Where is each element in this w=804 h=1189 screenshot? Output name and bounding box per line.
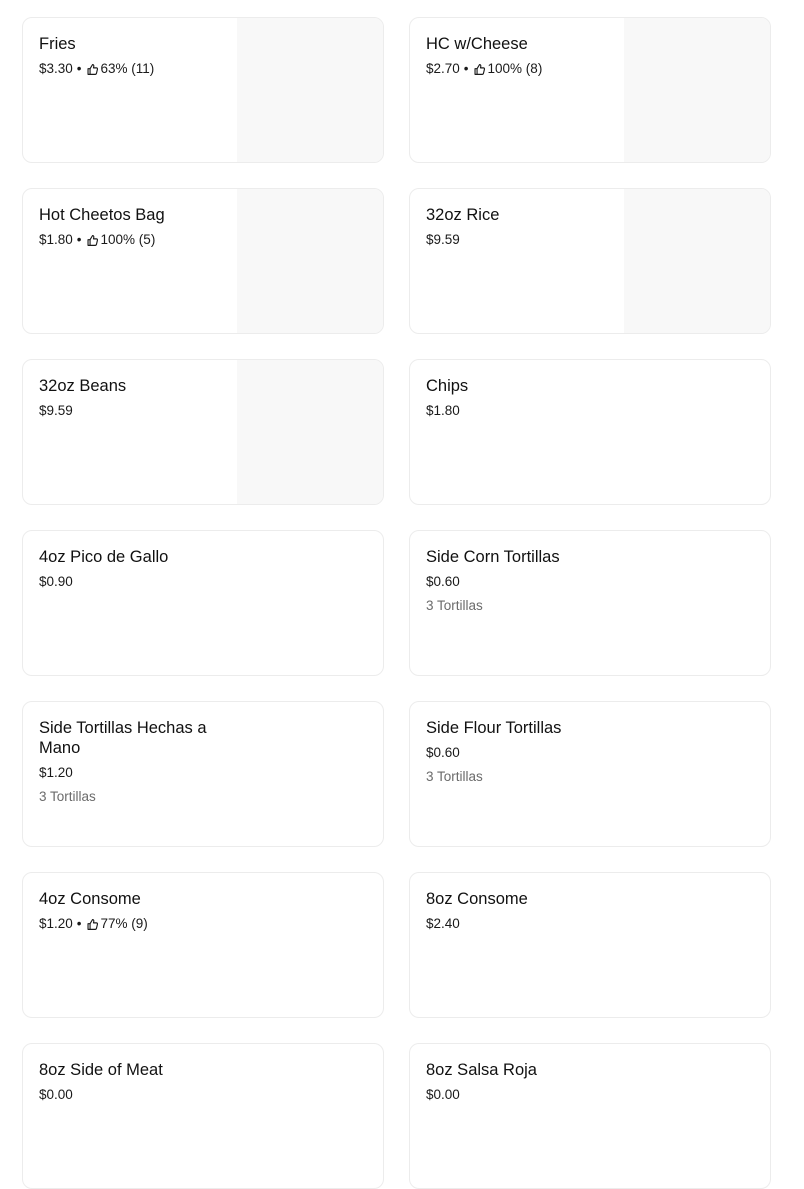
menu-item-card[interactable]: 4oz Consome $1.20 • 77% (9) <box>22 872 384 1018</box>
menu-item-image <box>237 360 383 504</box>
menu-item-meta: $3.30 • 63% (11) <box>39 60 229 78</box>
menu-item-card[interactable]: 32oz Rice $9.59 <box>409 188 771 334</box>
menu-item-price: $2.40 <box>426 916 460 931</box>
menu-item-name: 4oz Pico de Gallo <box>39 548 169 566</box>
menu-item-price: $0.00 <box>39 1087 73 1102</box>
menu-item-text: 8oz Salsa Roja $0.00 <box>426 1060 616 1104</box>
menu-item-text: Hot Cheetos Bag $1.80 • 100% (5) <box>39 205 229 249</box>
menu-item-card[interactable]: HC w/Cheese $2.70 • 100% (8) <box>409 17 771 163</box>
menu-item-card[interactable]: 8oz Side of Meat $0.00 <box>22 1043 384 1189</box>
menu-item-meta: $1.20 <box>39 764 229 782</box>
menu-item-meta: $9.59 <box>426 231 616 249</box>
menu-item-text: 32oz Rice $9.59 <box>426 205 616 249</box>
menu-item-image <box>237 189 383 333</box>
menu-item-price: $1.20 <box>39 916 73 931</box>
menu-item-description: 3 Tortillas <box>426 769 483 784</box>
menu-item-card[interactable]: Side Corn Tortillas $0.60 3 Tortillas <box>409 530 771 676</box>
menu-item-text: 8oz Consome $2.40 <box>426 889 616 933</box>
menu-item-rating: 100% (5) <box>100 232 156 247</box>
menu-item-card[interactable]: Side Tortillas Hechas a Mano $1.20 3 Torti… <box>22 701 384 847</box>
menu-item-price: $2.70 <box>426 61 460 76</box>
menu-item-meta: $9.59 <box>39 402 229 420</box>
thumbs-up-icon <box>86 918 99 931</box>
menu-item-price: $3.30 <box>39 61 73 76</box>
menu-item-meta: $0.90 <box>39 573 229 591</box>
menu-item-price: $0.90 <box>39 574 73 589</box>
separator-dot: • <box>76 61 82 76</box>
menu-item-meta: $2.40 <box>426 915 616 933</box>
menu-item-meta: $1.20 • 77% (9) <box>39 915 229 933</box>
menu-item-text: Side Corn Tortillas $0.60 3 Tortillas <box>426 547 616 615</box>
menu-item-card[interactable]: 8oz Consome $2.40 <box>409 872 771 1018</box>
menu-item-card[interactable]: Hot Cheetos Bag $1.80 • 100% (5) <box>22 188 384 334</box>
thumbs-up-icon <box>86 234 99 247</box>
menu-item-image <box>624 18 770 162</box>
menu-item-name: 4oz Consome <box>39 890 141 908</box>
menu-item-meta: $1.80 <box>426 402 616 420</box>
menu-item-card[interactable]: 4oz Pico de Gallo $0.90 <box>22 530 384 676</box>
menu-item-price: $1.80 <box>426 403 460 418</box>
menu-item-name: Hot Cheetos Bag <box>39 206 165 224</box>
menu-item-card[interactable]: Side Flour Tortillas $0.60 3 Tortillas <box>409 701 771 847</box>
menu-item-rating: 77% (9) <box>100 916 148 931</box>
menu-item-name: 32oz Beans <box>39 377 127 395</box>
menu-item-meta: $0.60 <box>426 573 616 591</box>
menu-item-price: $1.20 <box>39 765 73 780</box>
menu-item-text: Fries $3.30 • 63% (11) <box>39 34 229 78</box>
menu-item-name: Side Tortillas Hechas a Mano <box>39 719 207 757</box>
menu-item-price: $0.00 <box>426 1087 460 1102</box>
menu-item-price: $9.59 <box>39 403 73 418</box>
menu-item-name: 32oz Rice <box>426 206 500 224</box>
menu-item-meta: $1.80 • 100% (5) <box>39 231 229 249</box>
menu-item-text: Side Tortillas Hechas a Mano $1.20 3 Torti… <box>39 718 229 806</box>
menu-item-image <box>624 189 770 333</box>
menu-item-rating: 63% (11) <box>100 61 155 76</box>
menu-item-text: 4oz Pico de Gallo $0.90 <box>39 547 229 591</box>
menu-item-card[interactable]: Fries $3.30 • 63% (11) <box>22 17 384 163</box>
menu-item-text: 32oz Beans $9.59 <box>39 376 229 420</box>
thumbs-up-icon <box>86 63 99 76</box>
separator-dot: • <box>463 61 469 76</box>
menu-item-meta: $0.00 <box>426 1086 616 1104</box>
separator-dot: • <box>76 232 82 247</box>
menu-item-text: HC w/Cheese $2.70 • 100% (8) <box>426 34 616 78</box>
menu-item-meta: $2.70 • 100% (8) <box>426 60 616 78</box>
menu-item-text: Chips $1.80 <box>426 376 616 420</box>
thumbs-up-icon <box>473 63 486 76</box>
menu-item-name: Fries <box>39 35 76 53</box>
menu-item-image <box>237 18 383 162</box>
menu-item-name: 8oz Salsa Roja <box>426 1061 537 1079</box>
menu-item-price: $0.60 <box>426 574 460 589</box>
separator-dot: • <box>76 916 82 931</box>
menu-item-name: 8oz Consome <box>426 890 528 908</box>
menu-item-description: 3 Tortillas <box>39 789 96 804</box>
menu-item-name: HC w/Cheese <box>426 35 528 53</box>
menu-item-name: Chips <box>426 377 469 395</box>
menu-item-name: Side Corn Tortillas <box>426 548 560 566</box>
menu-item-price: $9.59 <box>426 232 460 247</box>
menu-item-text: Side Flour Tortillas $0.60 3 Tortillas <box>426 718 616 786</box>
menu-item-text: 4oz Consome $1.20 • 77% (9) <box>39 889 229 933</box>
menu-item-text: 8oz Side of Meat $0.00 <box>39 1060 229 1104</box>
menu-item-meta: $0.00 <box>39 1086 229 1104</box>
menu-item-price: $0.60 <box>426 745 460 760</box>
menu-item-card[interactable]: 8oz Salsa Roja $0.00 <box>409 1043 771 1189</box>
menu-item-rating: 100% (8) <box>487 61 543 76</box>
menu-item-card[interactable]: 32oz Beans $9.59 <box>22 359 384 505</box>
menu-item-price: $1.80 <box>39 232 73 247</box>
menu-item-name: Side Flour Tortillas <box>426 719 562 737</box>
menu-items-grid: Fries $3.30 • 63% (11) HC w/Cheese $2.70 • 100%… <box>22 17 771 1189</box>
menu-item-card[interactable]: Chips $1.80 <box>409 359 771 505</box>
menu-item-name: 8oz Side of Meat <box>39 1061 163 1079</box>
menu-item-description: 3 Tortillas <box>426 598 483 613</box>
menu-item-meta: $0.60 <box>426 744 616 762</box>
